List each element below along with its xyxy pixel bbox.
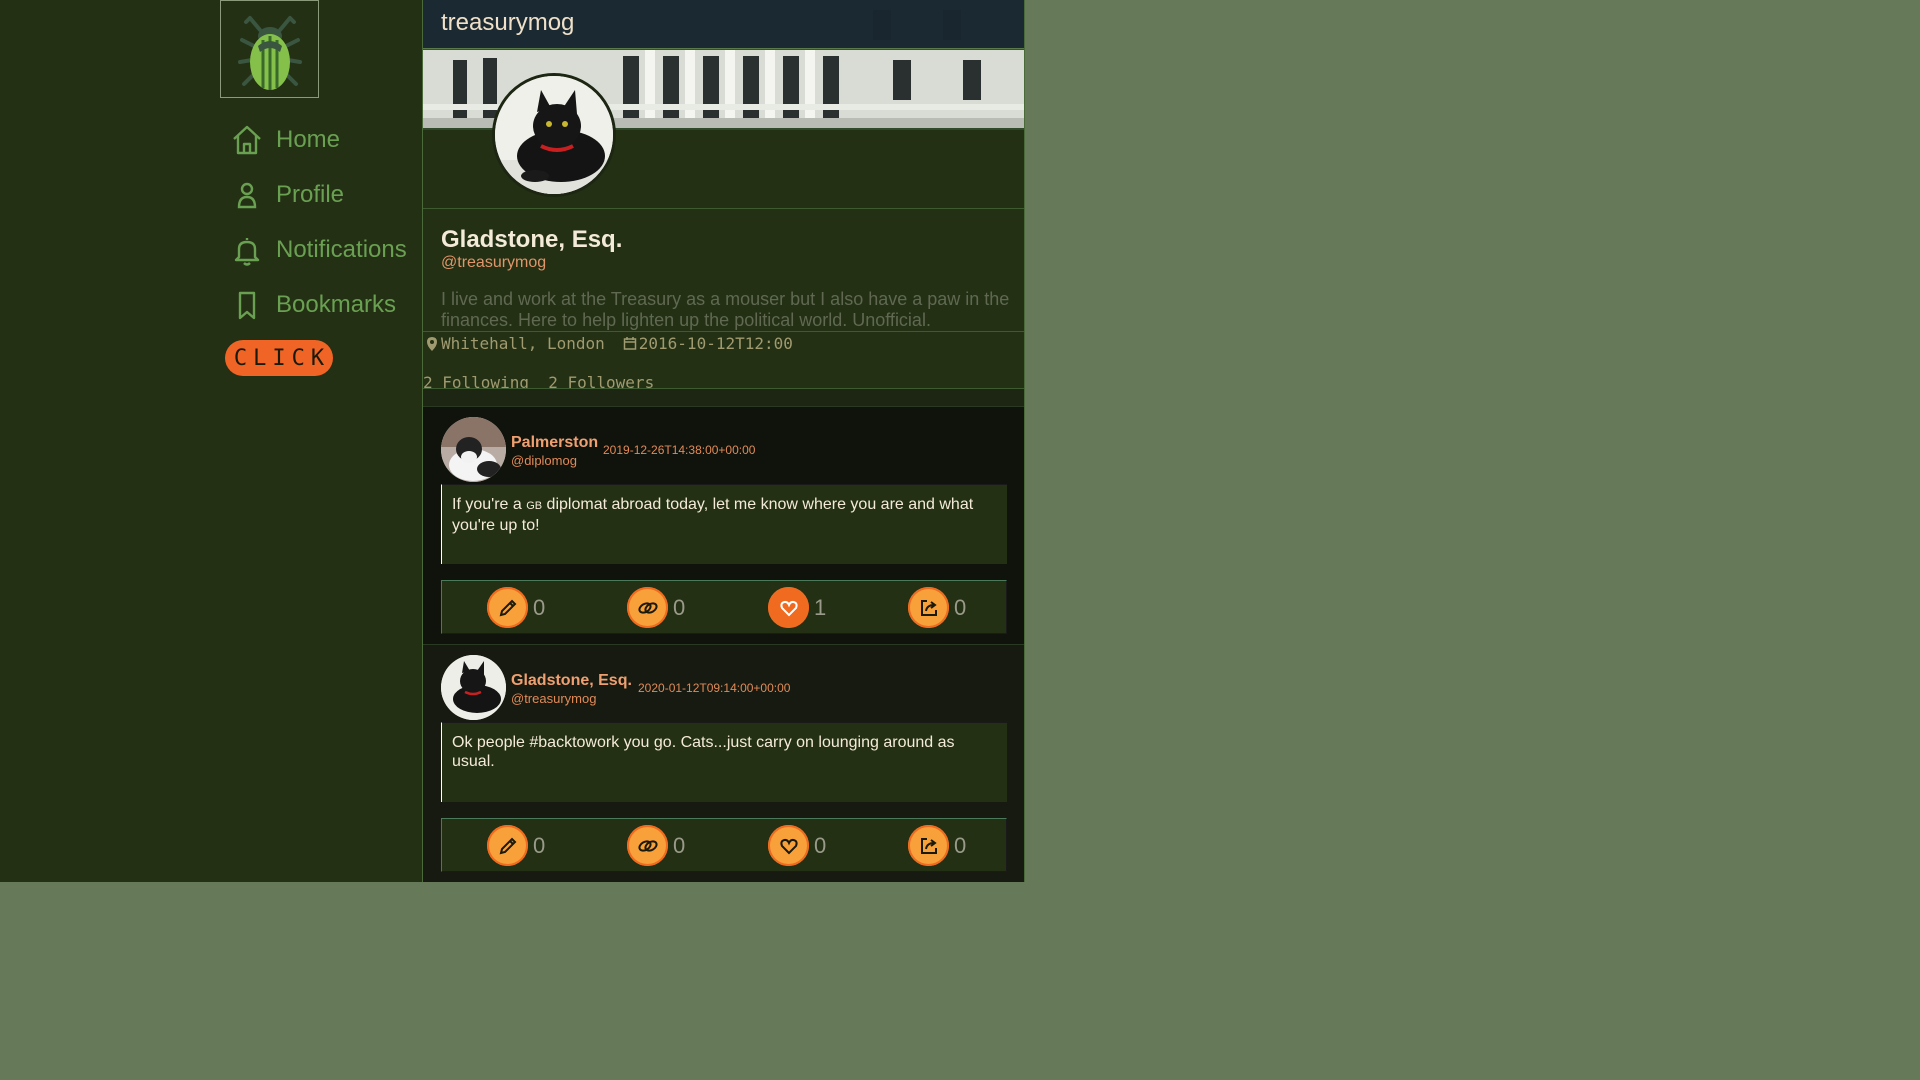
post: Gladstone, Esq. @treasurymog 2020-01-12T… bbox=[423, 644, 1024, 882]
heart-icon bbox=[779, 600, 798, 616]
sidebar-item-notifications[interactable]: Notifications bbox=[230, 222, 407, 277]
reply-button[interactable]: 0 bbox=[487, 587, 545, 628]
divider bbox=[423, 331, 1024, 332]
post-actions: 0 0 1 0 bbox=[441, 580, 1007, 634]
post-body: Ok people #backtowork you go. Cats...jus… bbox=[441, 722, 1007, 802]
like-button[interactable]: 0 bbox=[768, 825, 826, 866]
heart-icon bbox=[779, 838, 798, 854]
post-author-name[interactable]: Gladstone, Esq. bbox=[511, 672, 632, 690]
share-count: 0 bbox=[954, 832, 967, 858]
sidebar-item-label: Home bbox=[276, 125, 341, 153]
location-pin-icon bbox=[427, 336, 437, 351]
post-author-handle[interactable]: @treasurymog bbox=[511, 691, 596, 706]
beetle-icon bbox=[237, 16, 302, 90]
like-button[interactable]: 1 bbox=[768, 587, 826, 628]
share-button[interactable]: 0 bbox=[908, 825, 966, 866]
reply-count: 0 bbox=[533, 832, 546, 858]
pencil-icon bbox=[499, 837, 516, 854]
post: Palmerston @diplomog 2019-12-26T14:38:00… bbox=[423, 406, 1024, 644]
bell-icon bbox=[234, 237, 260, 266]
sidebar-item-home[interactable]: Home bbox=[230, 112, 407, 167]
post-author-avatar[interactable] bbox=[441, 417, 506, 482]
sidebar-item-label: Notifications bbox=[276, 235, 407, 263]
sidebar-item-bookmarks[interactable]: Bookmarks bbox=[230, 277, 407, 332]
link-icon bbox=[637, 601, 658, 614]
app-logo[interactable] bbox=[220, 0, 319, 98]
repost-button[interactable]: 0 bbox=[627, 825, 685, 866]
divider bbox=[423, 208, 1024, 209]
main-column: treasurymog Gladstone, Esq. @treasurymog… bbox=[422, 0, 1025, 882]
pencil-icon bbox=[499, 599, 516, 616]
post-body: If you're a GB diplomat abroad today, le… bbox=[441, 484, 1007, 564]
post-author-name[interactable]: Palmerston bbox=[511, 434, 598, 452]
profile-name: Gladstone, Esq. bbox=[441, 226, 623, 253]
profile-avatar[interactable] bbox=[492, 73, 616, 197]
profile-handle: @treasurymog bbox=[441, 254, 547, 271]
like-count: 1 bbox=[814, 594, 827, 620]
bookmark-icon bbox=[238, 291, 256, 319]
sidebar-item-label: Bookmarks bbox=[276, 290, 397, 318]
share-icon bbox=[920, 837, 937, 854]
calendar-icon bbox=[623, 336, 637, 350]
page-title: treasurymog bbox=[423, 0, 1024, 49]
repost-count: 0 bbox=[673, 594, 686, 620]
user-icon bbox=[237, 182, 257, 208]
profile-bio: I live and work at the Treasury as a mou… bbox=[441, 289, 1010, 330]
reply-count: 0 bbox=[533, 594, 546, 620]
profile-meta: Whitehall, London 2016-10-12T12:00 bbox=[425, 334, 793, 353]
sidebar-nav: Home Profile Notifications Bookmarks bbox=[230, 112, 407, 332]
share-button[interactable]: 0 bbox=[908, 587, 966, 628]
sidebar-item-profile[interactable]: Profile bbox=[230, 167, 407, 222]
post-author-handle[interactable]: @diplomog bbox=[511, 453, 577, 468]
share-count: 0 bbox=[954, 594, 967, 620]
post-timestamp: 2019-12-26T14:38:00+00:00 bbox=[603, 443, 756, 457]
profile-joined-date: 2016-10-12T12:00 bbox=[638, 334, 793, 353]
home-icon bbox=[233, 125, 261, 154]
profile-location: Whitehall, London bbox=[441, 334, 605, 353]
post-timestamp: 2020-01-12T09:14:00+00:00 bbox=[638, 681, 791, 695]
repost-button[interactable]: 0 bbox=[627, 587, 685, 628]
sidebar-item-label: Profile bbox=[276, 180, 345, 208]
click-button[interactable]: CLICK bbox=[225, 340, 333, 376]
share-icon bbox=[920, 599, 937, 616]
post-author-avatar[interactable] bbox=[441, 655, 506, 720]
repost-count: 0 bbox=[673, 832, 686, 858]
post-actions: 0 0 0 0 bbox=[441, 818, 1007, 872]
link-icon bbox=[637, 839, 658, 852]
reply-button[interactable]: 0 bbox=[487, 825, 545, 866]
like-count: 0 bbox=[814, 832, 827, 858]
